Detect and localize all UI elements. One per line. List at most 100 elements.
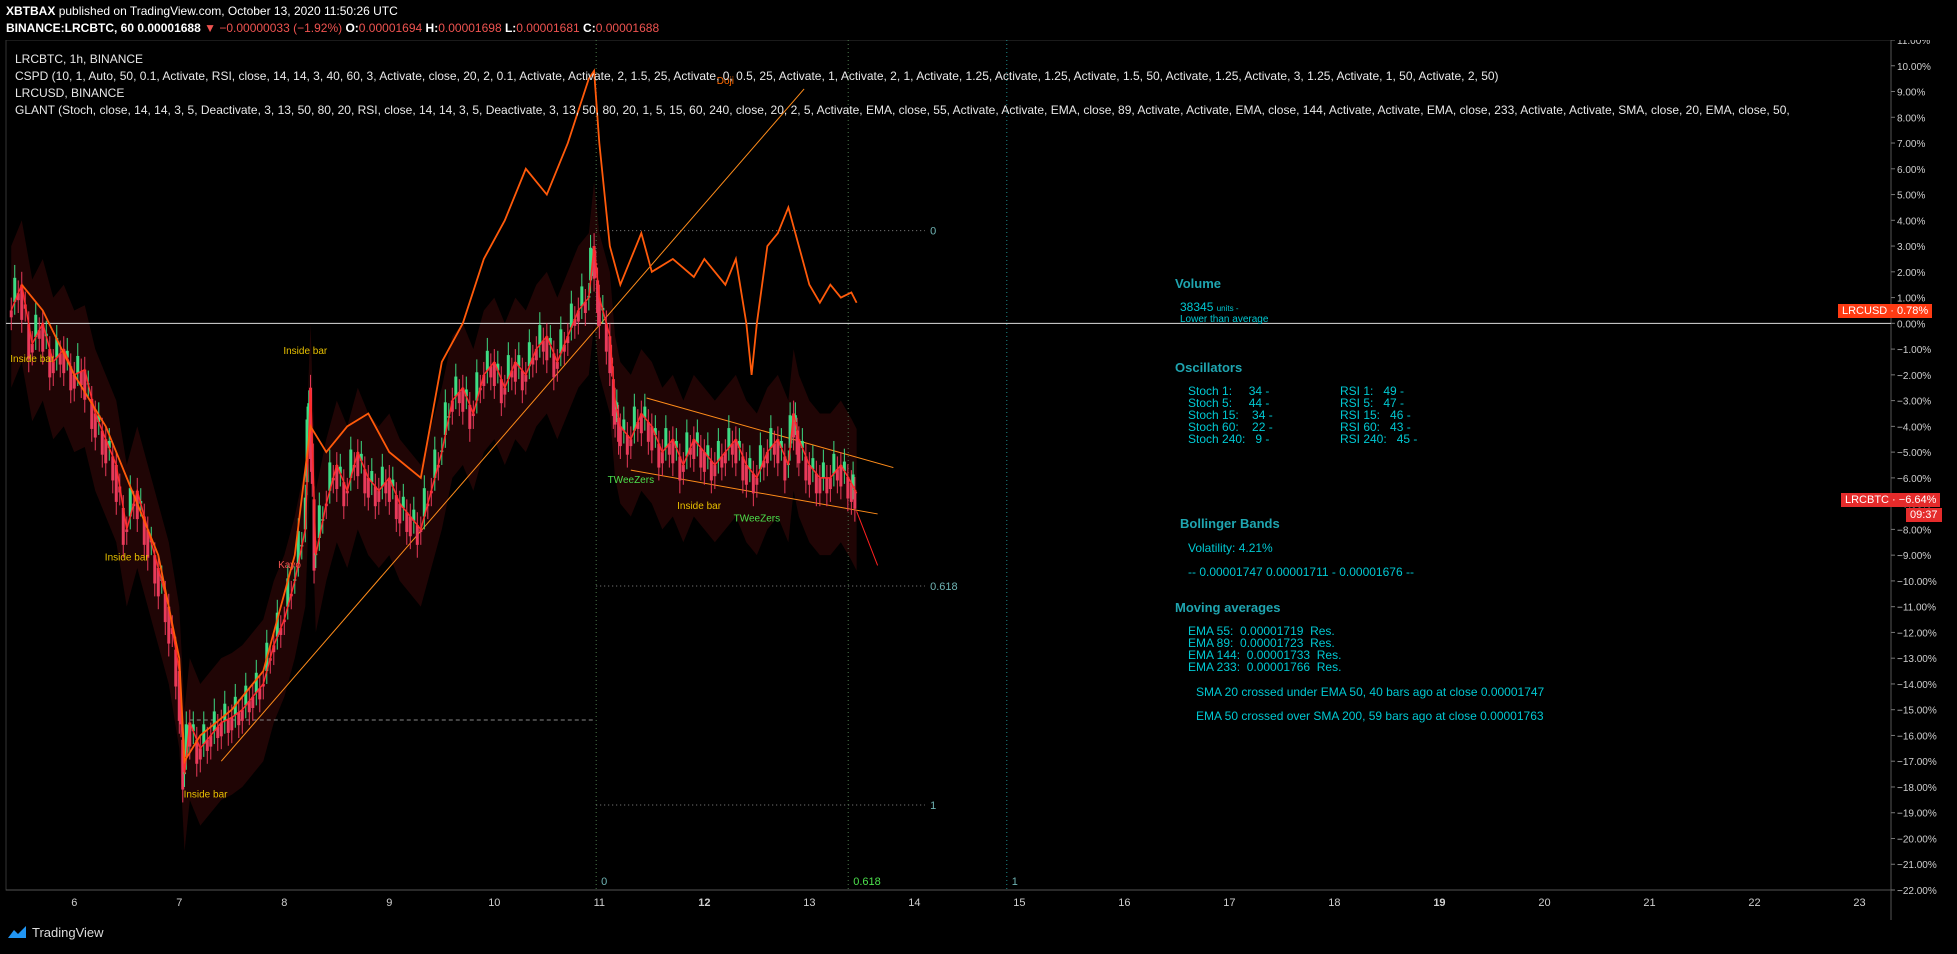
price-tick-label: 1.00% [1897, 294, 1925, 305]
price-tick-label: 2.00% [1897, 268, 1925, 279]
candle-body [646, 422, 650, 442]
price-tick-label: 11.00% [1897, 40, 1930, 47]
price-tick-label: −19.00% [1897, 809, 1937, 820]
price-tick-label: 9.00% [1897, 88, 1925, 99]
price-tick-label: 3.00% [1897, 242, 1925, 253]
candle-body [373, 486, 377, 507]
pattern-label: Inside bar [105, 552, 150, 563]
candle-body [485, 350, 489, 371]
time-axis[interactable]: 6 7 8 9 10 11 12 13 14 15 16 17 18 19 20 21 22 23 [71, 897, 1865, 909]
candle-body [660, 452, 664, 464]
candle-body [769, 428, 773, 448]
candle-body [254, 672, 258, 693]
price-tick-label: −17.00% [1897, 757, 1937, 768]
cross-note-2: EMA 50 crossed over SMA 200, 59 bars ago… [1196, 709, 1544, 723]
volume-unit: units - [1216, 304, 1239, 313]
candle-body [716, 440, 720, 461]
fib-time-label: 0.618 [853, 876, 881, 888]
time-tick-label: 19 [1433, 897, 1445, 909]
price-tick-label: −16.00% [1897, 731, 1937, 742]
legend-glant[interactable]: GLANT (Stoch, close, 14, 14, 3, 5, Deact… [15, 103, 1890, 117]
candle-body [580, 286, 584, 307]
candle-body [807, 465, 811, 485]
candle-body [709, 460, 713, 481]
candle-body [76, 355, 80, 374]
time-tick-label: 14 [908, 897, 920, 909]
ema-row: EMA 233: 0.00001766 Res. [1188, 660, 1342, 674]
candle-body [520, 370, 524, 391]
candle-body [618, 426, 622, 447]
candle-body [366, 477, 370, 498]
bar-countdown: 09:37 [1906, 508, 1942, 522]
candle-body [125, 529, 129, 532]
close-label: C: [583, 21, 596, 35]
candle-body [699, 447, 703, 468]
volume-value: 38345 units - [1180, 300, 1239, 314]
candle-body [825, 477, 829, 494]
price-tick-label: −6.00% [1897, 474, 1931, 485]
open-label: O: [345, 21, 359, 35]
candle-body [538, 325, 542, 345]
candle-body [821, 462, 825, 478]
pattern-label: TWeeZers [608, 475, 655, 486]
pattern-label: Inside bar [10, 354, 55, 365]
bollinger-volatility: Volatility: 4.21% [1188, 541, 1273, 555]
price-axis[interactable]: 11.00% 10.00% 9.00% 8.00% 7.00% 6.00% 5.00% 4.0… [1891, 40, 1937, 897]
price-tick-label: 8.00% [1897, 113, 1925, 124]
volume-note: Lower than average [1180, 314, 1269, 325]
candle-body [751, 473, 755, 494]
price-tick-label: −13.00% [1897, 654, 1937, 665]
candle-body [237, 712, 241, 726]
candle-body [9, 310, 13, 318]
legend-cspd[interactable]: CSPD (10, 1, Auto, 50, 0.1, Activate, RS… [15, 69, 1499, 83]
time-tick-label: 8 [281, 897, 287, 909]
legend-main[interactable]: LRCBTC, 1h, BINANCE [15, 52, 143, 66]
time-tick-label: 23 [1853, 897, 1865, 909]
brand[interactable]: TradingView [32, 925, 104, 940]
stoch-list: Stoch 1: 34 - Stoch 5: 44 - Stoch 15: 34 -… [1188, 385, 1273, 445]
time-tick-label: 10 [488, 897, 500, 909]
rsi-row: RSI 240: 45 - [1340, 432, 1418, 446]
price-tick-label: −8.00% [1897, 525, 1931, 536]
time-tick-label: 6 [71, 897, 77, 909]
candle-body [832, 453, 836, 474]
candle-body [727, 428, 731, 448]
time-tick-label: 11 [594, 897, 605, 909]
candle-body [212, 711, 216, 732]
candle-body [223, 703, 227, 721]
volume-number: 38345 [1180, 300, 1214, 314]
time-tick-label: 18 [1328, 897, 1340, 909]
price-tick-label: −14.00% [1897, 680, 1937, 691]
price-tick-label: −12.00% [1897, 628, 1937, 639]
candle-body [380, 466, 384, 487]
drawings: 0 0.618 1 0 0.618 1 [6, 40, 1891, 890]
time-tick-label: 20 [1538, 897, 1550, 909]
candle-body [814, 473, 818, 494]
symbol[interactable]: BINANCE:LRCBTC, 60 [6, 21, 134, 35]
close-value: 0.00001688 [595, 21, 660, 35]
price-tick-label: 5.00% [1897, 191, 1925, 202]
time-tick-label: 16 [1118, 897, 1130, 909]
time-tick-label: 15 [1013, 897, 1025, 909]
legend-lrcusd[interactable]: LRCUSD, BINANCE [15, 86, 124, 100]
rsi-list: RSI 1: 49 - RSI 5: 47 - RSI 15: 46 - RSI 60… [1340, 385, 1417, 445]
tradingview-logo-icon [8, 926, 26, 938]
moving-averages-title: Moving averages [1175, 600, 1281, 615]
fib-level-label: 1 [930, 800, 936, 812]
candle-body [226, 719, 230, 733]
time-tick-label: 22 [1748, 897, 1760, 909]
pattern-label: Kayo [278, 560, 301, 571]
high-value: 0.00001698 [438, 21, 502, 35]
candle-body [828, 477, 832, 490]
price-chart[interactable]: 00.61810 0.618 1 11.00%10.00%9.00%8.00%7.0… [0, 40, 1957, 920]
publisher-bar: XBTBAX published on TradingView.com, Oct… [6, 4, 398, 18]
time-tick-label: 17 [1223, 897, 1235, 909]
lrcbtc-price-tag: LRCBTC · −6.64% [1841, 493, 1941, 507]
price-tick-label: −5.00% [1897, 448, 1931, 459]
price-tick-label: −2.00% [1897, 371, 1931, 382]
author[interactable]: XBTBAX [6, 4, 55, 18]
candle-body [625, 434, 629, 455]
oscillators-title: Oscillators [1175, 360, 1243, 375]
price-tick-label: 6.00% [1897, 165, 1925, 176]
candle-body [230, 717, 234, 731]
